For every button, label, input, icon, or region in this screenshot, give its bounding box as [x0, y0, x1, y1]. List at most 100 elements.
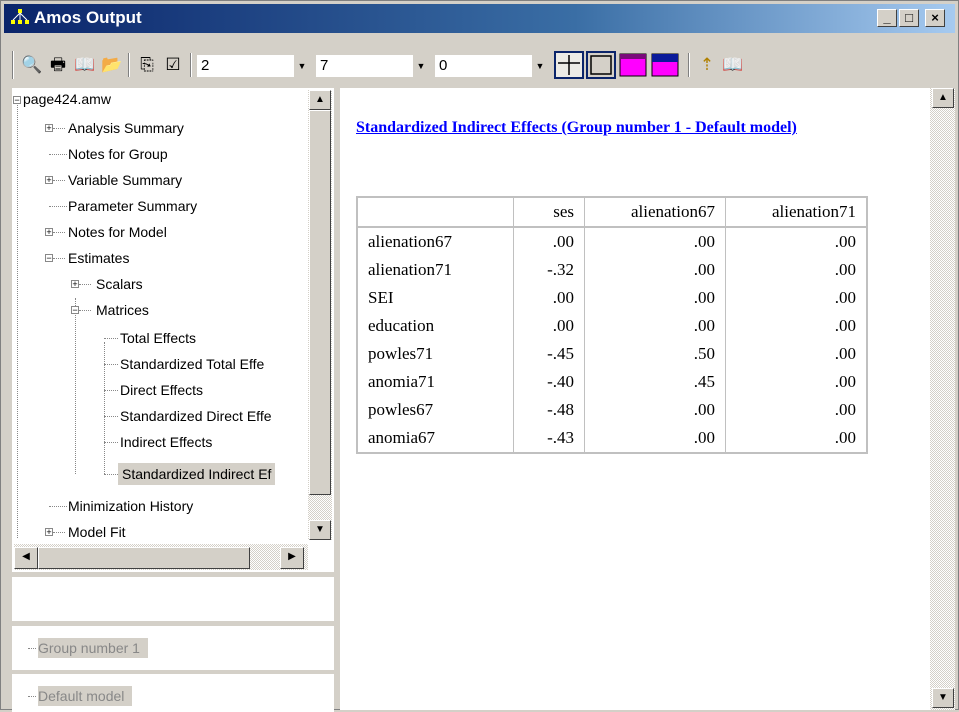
row-label: SEI	[357, 284, 514, 312]
indent-combo[interactable]: 0 ▼	[435, 55, 548, 77]
scroll-left-icon[interactable]: ◀	[14, 547, 38, 569]
tree-item-direct-effects[interactable]: Direct Effects	[120, 379, 203, 401]
column-spacing-combo[interactable]: 7 ▼	[316, 55, 429, 77]
toolbar-separator	[190, 53, 192, 77]
options-checkbox-icon[interactable]: ☑	[162, 55, 184, 75]
up-arrow-icon[interactable]: ⇡	[696, 55, 718, 75]
row-color-button[interactable]	[618, 51, 648, 79]
table-cell: .00	[725, 256, 868, 284]
grid-lines-toggle[interactable]	[554, 51, 584, 79]
model-list-panel[interactable]: Default model	[12, 674, 334, 712]
chevron-down-icon[interactable]: ▼	[413, 55, 429, 77]
print-icon[interactable]: 🖶	[47, 55, 69, 75]
group-list-item[interactable]: Group number 1	[38, 638, 148, 658]
toolbar-separator	[128, 53, 130, 77]
content-vertical-scrollbar[interactable]: ▲ ▼	[930, 88, 955, 710]
amos-output-window: Amos Output _ □ × 🔍 🖶 📖 📂 ⎘ ☑ 2 ▼ 7 ▼ 0 …	[0, 0, 959, 712]
table-cell: .50	[584, 340, 726, 368]
tree-item-notes-for-group[interactable]: Notes for Group	[68, 143, 168, 165]
close-button[interactable]: ×	[925, 9, 945, 27]
maximize-button[interactable]: □	[899, 9, 919, 27]
expand-icon[interactable]: +	[45, 528, 53, 537]
tree-item-standardized-direct-effects[interactable]: Standardized Direct Effe	[120, 405, 272, 427]
tree-line	[104, 474, 118, 475]
scroll-up-icon[interactable]: ▲	[932, 88, 954, 108]
scroll-down-icon[interactable]: ▼	[932, 688, 954, 708]
copy-icon[interactable]: ⎘	[136, 55, 158, 75]
tree-item-minimization-history[interactable]: Minimization History	[68, 495, 193, 517]
toolbar-grip	[12, 51, 14, 79]
expand-icon[interactable]: +	[45, 228, 53, 237]
tree-item-parameter-summary[interactable]: Parameter Summary	[68, 195, 197, 217]
expand-icon[interactable]: +	[71, 280, 79, 289]
empty-panel	[12, 577, 334, 621]
scroll-up-icon[interactable]: ▲	[309, 90, 331, 110]
magenta-header-icon	[651, 53, 679, 77]
row-label: anomia67	[357, 424, 514, 453]
tree-line	[53, 258, 65, 259]
open-folder-icon[interactable]: 📂	[101, 55, 123, 75]
tree-item-model-fit[interactable]: Model Fit	[68, 521, 126, 543]
tree-item-standardized-indirect-effects[interactable]: Standardized Indirect Ef	[118, 463, 276, 485]
scrollbar-thumb[interactable]	[309, 110, 331, 495]
tree-line	[28, 696, 36, 697]
table-cell: -.32	[513, 256, 585, 284]
effects-table: ses alienation67 alienation71 alienation67.…	[356, 196, 868, 454]
tree-item-variable-summary[interactable]: Variable Summary	[68, 169, 182, 191]
scroll-down-icon[interactable]: ▼	[309, 520, 331, 540]
expand-icon[interactable]: +	[45, 176, 53, 185]
tree-vertical-scrollbar[interactable]: ▲ ▼	[308, 90, 332, 540]
tree-item-matrices[interactable]: Matrices	[96, 299, 149, 321]
group-list-panel[interactable]: Group number 1	[12, 626, 334, 670]
tree-item-analysis-summary[interactable]: Analysis Summary	[68, 117, 184, 139]
table-header-row: ses alienation67 alienation71	[357, 197, 868, 227]
help-book-icon[interactable]: 📖	[722, 55, 744, 75]
collapse-icon[interactable]: −	[45, 254, 53, 263]
column-spacing-combo-value: 7	[320, 57, 329, 74]
tree-root[interactable]: page424.amw	[23, 88, 111, 110]
output-content-pane: Standardized Indirect Effects (Group num…	[340, 88, 930, 710]
tree-line	[75, 298, 76, 474]
tree-item-estimates[interactable]: Estimates	[68, 247, 129, 269]
magenta-rows-icon	[619, 53, 647, 77]
decimals-combo[interactable]: 2 ▼	[197, 55, 310, 77]
window-title: Amos Output	[34, 8, 142, 27]
decimals-combo-value: 2	[201, 57, 210, 74]
print-preview-icon[interactable]: 🔍	[21, 55, 43, 75]
title-bar[interactable]: Amos Output _ □ ×	[4, 4, 955, 33]
scrollbar-thumb[interactable]	[38, 547, 250, 569]
section-heading-link[interactable]: Standardized Indirect Effects (Group num…	[356, 117, 896, 139]
tree-item-total-effects[interactable]: Total Effects	[120, 327, 196, 349]
table-border-toggle[interactable]	[586, 51, 616, 79]
chevron-down-icon[interactable]: ▼	[294, 55, 310, 77]
table-cell: .00	[584, 396, 726, 424]
scroll-right-icon[interactable]: ▶	[280, 547, 304, 569]
table-cell: .00	[725, 284, 868, 312]
column-color-button[interactable]	[650, 51, 680, 79]
collapse-icon[interactable]: −	[71, 306, 79, 315]
table-row: SEI .00.00.00	[357, 284, 868, 312]
table-cell: .00	[584, 256, 726, 284]
tree-item-scalars[interactable]: Scalars	[96, 273, 143, 295]
tree-horizontal-scrollbar[interactable]: ◀ ▶	[14, 544, 308, 570]
output-tree[interactable]: − page424.amw + Analysis Summary Notes f…	[12, 88, 334, 572]
tree-item-notes-for-model[interactable]: Notes for Model	[68, 221, 167, 243]
border-box-icon	[590, 55, 612, 75]
tree-item-standardized-total-effects[interactable]: Standardized Total Effe	[120, 353, 264, 375]
tree-line	[17, 100, 18, 538]
chevron-down-icon[interactable]: ▼	[532, 55, 548, 77]
table-row: alienation67.00.00.00	[357, 227, 868, 256]
tree-item-indirect-effects[interactable]: Indirect Effects	[120, 431, 212, 453]
tree-line	[53, 232, 65, 233]
expand-icon[interactable]: +	[45, 124, 53, 133]
minimize-button[interactable]: _	[877, 9, 897, 27]
column-header: alienation71	[725, 197, 868, 227]
model-list-item[interactable]: Default model	[38, 686, 133, 706]
tree-line	[104, 442, 118, 443]
book-icon[interactable]: 📖	[74, 55, 96, 75]
table-cell: .00	[725, 424, 868, 453]
table-cell: .45	[584, 368, 726, 396]
tree-line	[104, 416, 118, 417]
collapse-icon[interactable]: −	[13, 96, 21, 105]
table-cell: .00	[584, 284, 726, 312]
